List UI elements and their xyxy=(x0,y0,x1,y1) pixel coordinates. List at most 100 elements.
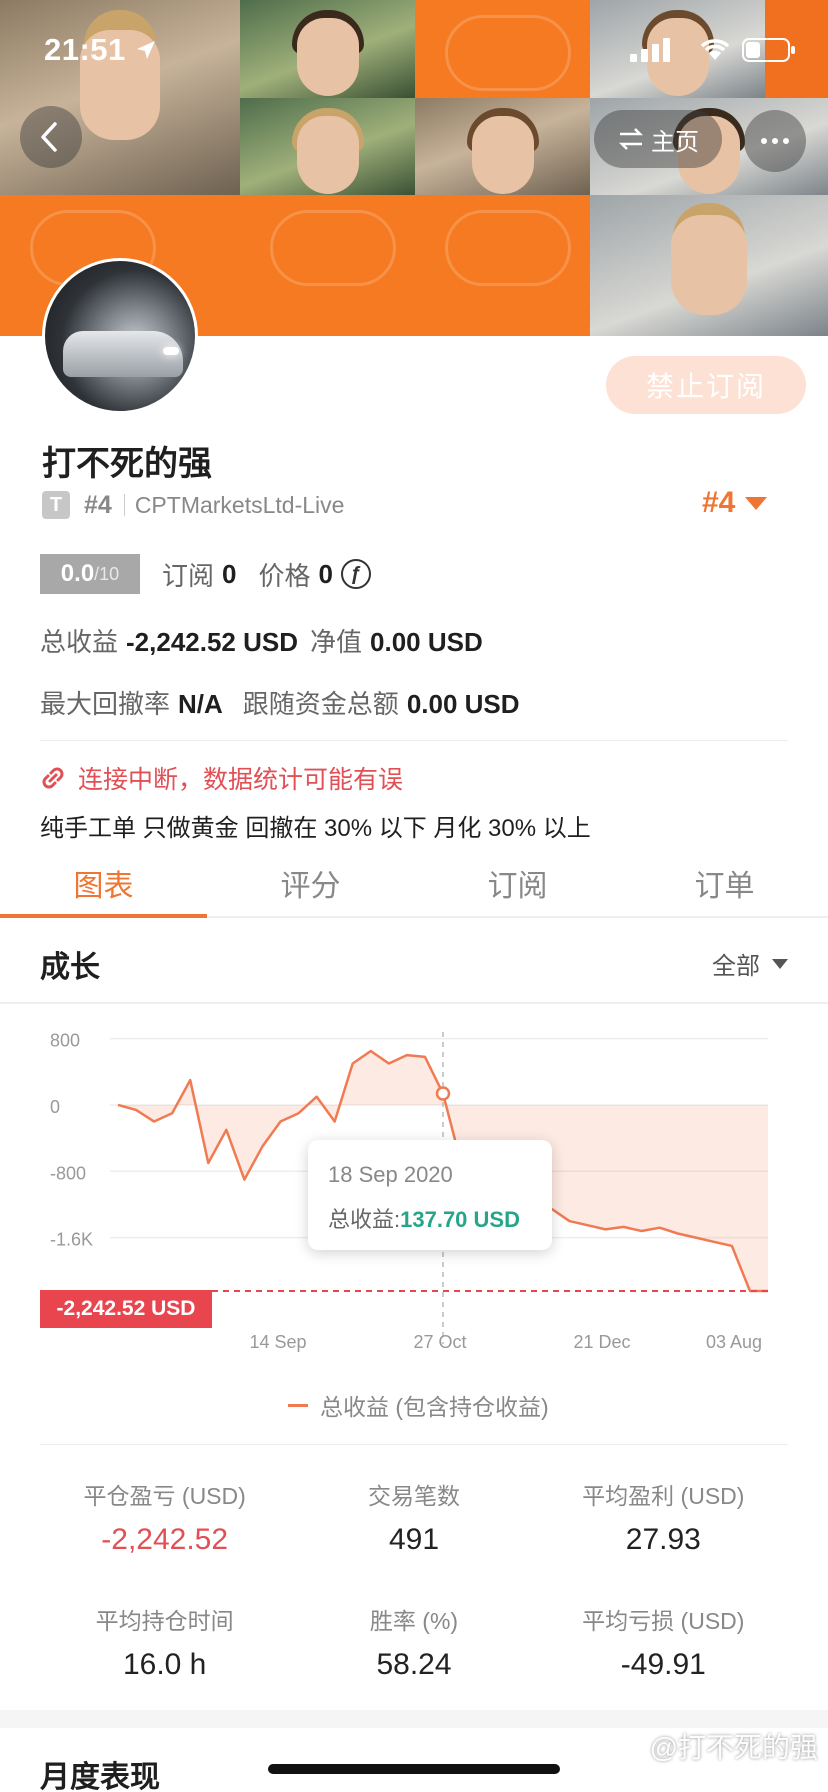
status-time: 21:51 xyxy=(44,32,126,67)
metric-cell: 平均持仓时间 16.0 h xyxy=(40,1570,289,1695)
growth-section-header: 成长 全部 xyxy=(0,918,828,1004)
home-button[interactable]: 主页 xyxy=(594,110,722,168)
profile-description: 纯手工单 只做黄金 回撤在 30% 以下 月化 30% 以上 xyxy=(40,815,591,842)
section-title: 成长 xyxy=(40,951,100,984)
score-row: 0.0/10 订阅 0 价格 0 ƒ xyxy=(40,554,371,594)
chart-legend: 总收益 (包含持仓收益) xyxy=(288,1388,549,1422)
price-label: 价格 xyxy=(258,560,311,591)
tab-bar: 图表 评分 订阅 订单 xyxy=(0,850,828,918)
legend-label: 总收益 (包含持仓收益) xyxy=(320,1394,549,1420)
metric-cell: 胜率 (%) 58.24 xyxy=(289,1570,538,1695)
tooltip-line: 总收益:137.70 USD xyxy=(328,1207,520,1232)
filter-label: 全部 xyxy=(712,953,760,980)
banner-photo xyxy=(415,98,590,196)
metrics-grid: 平仓盈亏 (USD) -2,242.52 交易笔数 491 平均盈利 (USD) 27… xyxy=(40,1444,788,1694)
back-button[interactable] xyxy=(20,106,82,168)
net-value: 0.00 USD xyxy=(370,627,483,657)
rank-small: #4 xyxy=(84,490,112,519)
max-drawdown-value: N/A xyxy=(178,689,223,719)
avatar[interactable] xyxy=(42,258,198,414)
caret-down-icon xyxy=(772,958,788,969)
tab-subscription[interactable]: 订阅 xyxy=(414,850,621,916)
ban-subscribe-button[interactable]: 禁止订阅 xyxy=(606,356,806,414)
banner-photo xyxy=(240,98,415,196)
current-value-tag: -2,242.52 USD xyxy=(40,1290,212,1328)
coin-icon: ƒ xyxy=(340,559,371,589)
rank-value: #4 xyxy=(702,486,736,519)
home-indicator[interactable] xyxy=(268,1764,560,1774)
watermark: @打不死的强 xyxy=(649,1732,818,1763)
score-badge: 0.0/10 xyxy=(40,554,140,594)
metric-value: -2,242.52 xyxy=(101,1523,229,1556)
range-filter-dropdown[interactable]: 全部 xyxy=(712,946,788,981)
x-tick-label: 21 Dec xyxy=(573,1332,630,1352)
banner-tile xyxy=(240,195,415,336)
divider xyxy=(123,494,125,516)
divider xyxy=(40,740,788,741)
max-drawdown-label: 最大回撤率 xyxy=(40,689,171,719)
metric-value: 58.24 xyxy=(376,1647,452,1681)
banner-tile xyxy=(415,195,590,336)
metric-cell: 交易笔数 491 xyxy=(289,1445,538,1570)
rank-dropdown[interactable]: #4 xyxy=(702,486,768,520)
banner-photo xyxy=(590,195,828,336)
follow-funds-label: 跟随资金总额 xyxy=(242,689,399,719)
more-options-button[interactable] xyxy=(744,110,806,172)
dot-icon xyxy=(783,138,789,144)
metric-label: 平均亏损 (USD) xyxy=(582,1607,745,1634)
x-tick-label: 03 Aug xyxy=(706,1332,762,1352)
subs-label: 订阅 xyxy=(162,560,215,591)
total-profit-value: -2,242.52 USD xyxy=(126,627,298,657)
battery-icon xyxy=(742,38,795,62)
caret-down-icon xyxy=(745,496,768,510)
tooltip-date: 18 Sep 2020 xyxy=(328,1162,453,1187)
metric-cell: 平仓盈亏 (USD) -2,242.52 xyxy=(40,1445,289,1570)
y-tick-label: 800 xyxy=(50,1031,80,1051)
warning-text: 连接中断，数据统计可能有误 xyxy=(78,766,404,794)
location-arrow-icon xyxy=(137,41,155,59)
x-tick-label: 14 Sep xyxy=(249,1332,306,1352)
y-tick-label: -1.6K xyxy=(50,1230,93,1250)
tab-orders[interactable]: 订单 xyxy=(621,850,828,916)
metric-value: -49.91 xyxy=(620,1647,706,1681)
wifi-icon xyxy=(700,39,730,60)
home-button-label: 主页 xyxy=(651,128,699,156)
cell-signal-icon xyxy=(630,38,670,62)
dot-icon xyxy=(761,138,767,144)
metric-label: 平均盈利 (USD) xyxy=(582,1483,745,1509)
total-profit-label: 总收益 xyxy=(40,627,119,657)
metric-label: 平均持仓时间 xyxy=(95,1607,234,1634)
x-tick-label: 27 Oct xyxy=(413,1332,466,1352)
legend-swatch xyxy=(288,1403,308,1407)
metric-label: 胜率 (%) xyxy=(369,1607,459,1634)
metric-label: 平仓盈亏 (USD) xyxy=(83,1483,246,1509)
tab-chart[interactable]: 图表 xyxy=(0,850,207,918)
metric-value: 491 xyxy=(388,1523,440,1556)
y-tick-label: -800 xyxy=(50,1163,86,1183)
follow-funds-value: 0.00 USD xyxy=(406,689,520,719)
net-label: 净值 xyxy=(310,627,363,657)
swap-icon xyxy=(618,128,644,150)
account-type-badge: T xyxy=(42,491,70,519)
username: 打不死的强 xyxy=(42,445,212,483)
subs-value: 0 xyxy=(222,558,237,589)
metric-value: 27.93 xyxy=(625,1523,701,1556)
monthly-title: 月度表现 xyxy=(40,1761,160,1792)
metric-label: 交易笔数 xyxy=(367,1483,460,1509)
chevron-left-icon xyxy=(41,122,57,152)
chart-tooltip: 18 Sep 2020 总收益:137.70 USD xyxy=(308,1140,552,1250)
metric-cell: 平均盈利 (USD) 27.93 xyxy=(539,1445,788,1570)
tooltip-value: 137.70 USD xyxy=(400,1207,520,1232)
account-info-row: T #4 CPTMarketsLtd-Live xyxy=(42,488,344,522)
tab-rating[interactable]: 评分 xyxy=(207,850,414,916)
y-tick-label: 0 xyxy=(50,1097,60,1117)
status-bar: 21:51 xyxy=(0,0,828,96)
metric-cell: 平均亏损 (USD) -49.91 xyxy=(539,1570,788,1695)
broker-name: CPTMarketsLtd-Live xyxy=(134,491,345,518)
dot-icon xyxy=(772,138,778,144)
connection-warning: 连接中断，数据统计可能有误 xyxy=(40,760,403,796)
profit-row: 总收益 -2,242.52 USD 净值 0.00 USD xyxy=(40,622,495,659)
metric-value: 16.0 h xyxy=(122,1647,207,1681)
highlight-point xyxy=(435,1086,451,1101)
broken-link-icon xyxy=(42,767,64,789)
